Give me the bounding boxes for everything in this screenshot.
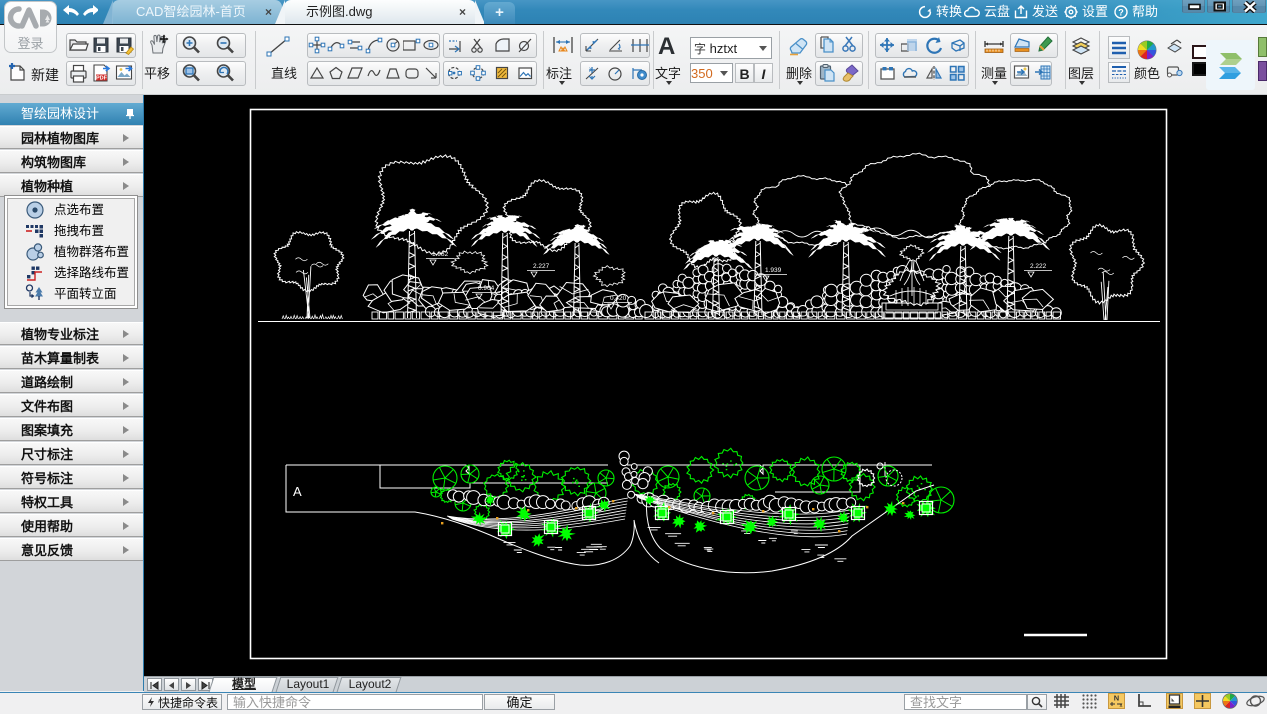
svg-text:1.939: 1.939 bbox=[765, 267, 782, 274]
svg-text:X: X bbox=[589, 68, 593, 74]
svg-text:2.222: 2.222 bbox=[1030, 263, 1047, 270]
svg-text:?: ? bbox=[1118, 7, 1124, 17]
svg-text:2.227: 2.227 bbox=[533, 263, 550, 270]
svg-text:0.420: 0.420 bbox=[610, 295, 627, 302]
svg-text:1.982: 1.982 bbox=[432, 251, 449, 258]
svg-text:N: N bbox=[1114, 694, 1119, 703]
svg-text:PDF: PDF bbox=[96, 76, 108, 82]
svg-text:0.964: 0.964 bbox=[478, 285, 495, 292]
svg-text:A: A bbox=[293, 484, 302, 499]
svg-text:x: x bbox=[1120, 703, 1123, 709]
